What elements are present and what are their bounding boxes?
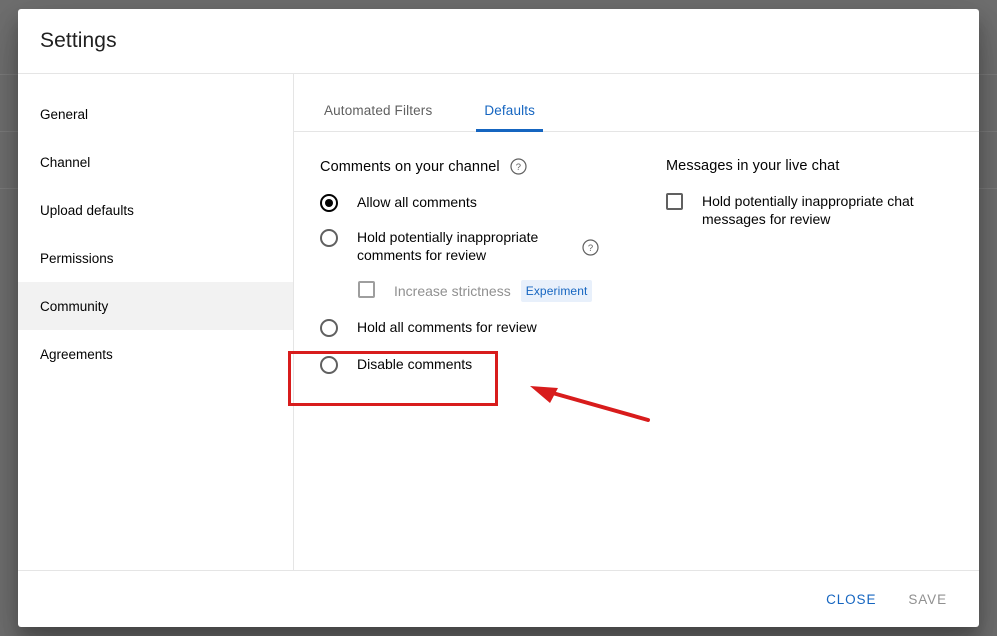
radio-label: Allow all comments	[357, 194, 477, 210]
sidebar-item-permissions[interactable]: Permissions	[18, 234, 293, 282]
svg-text:?: ?	[516, 162, 521, 173]
section-title-label: Messages in your live chat	[666, 158, 840, 174]
radio-label: Hold all comments for review	[357, 319, 537, 335]
radio-indicator	[320, 356, 338, 374]
page-title: Settings	[40, 29, 117, 52]
checkbox-increase-strictness[interactable]: Increase strictness Experiment	[358, 280, 640, 302]
close-button[interactable]: CLOSE	[816, 583, 886, 616]
sidebar-item-general[interactable]: General	[18, 90, 293, 138]
checkbox-label: Increase strictness Experiment	[394, 280, 593, 302]
checkbox-hold-chat-messages[interactable]: Hold potentially inappropriate chat mess…	[666, 192, 979, 228]
dialog-body: General Channel Upload defaults Permissi…	[18, 74, 979, 570]
checkbox-indicator	[358, 281, 375, 298]
comments-section-title: Comments on your channel ?	[320, 158, 640, 175]
help-circle-icon[interactable]: ?	[510, 158, 527, 175]
comments-column: Comments on your channel ? Allow all com…	[320, 158, 640, 570]
sidebar-item-upload-defaults[interactable]: Upload defaults	[18, 186, 293, 234]
sidebar-item-label: Channel	[40, 154, 91, 170]
defaults-panel: Comments on your channel ? Allow all com…	[294, 132, 979, 570]
radio-indicator	[320, 194, 338, 212]
sidebar-item-label: Agreements	[40, 346, 113, 362]
livechat-section-title: Messages in your live chat	[666, 158, 979, 174]
tab-label: Automated Filters	[324, 103, 433, 118]
help-circle-icon[interactable]: ?	[582, 239, 599, 256]
checkbox-indicator	[666, 193, 683, 210]
sidebar-item-agreements[interactable]: Agreements	[18, 330, 293, 378]
radio-indicator	[320, 229, 338, 247]
radio-allow-all-comments[interactable]: Allow all comments	[320, 193, 640, 212]
sidebar-item-label: Community	[40, 298, 109, 314]
checkbox-label: Hold potentially inappropriate chat mess…	[702, 193, 914, 227]
radio-hold-inappropriate-comments[interactable]: Hold potentially inappropriate comments …	[320, 228, 640, 264]
sidebar-item-label: General	[40, 106, 89, 122]
radio-indicator	[320, 319, 338, 337]
sidebar-item-label: Permissions	[40, 250, 114, 266]
radio-disable-comments[interactable]: Disable comments	[320, 355, 640, 374]
livechat-column: Messages in your live chat Hold potentia…	[666, 158, 979, 570]
radio-label: Hold potentially inappropriate comments …	[357, 229, 539, 263]
dialog-footer: CLOSE SAVE	[18, 570, 979, 627]
radio-label: Disable comments	[357, 356, 473, 372]
save-button: SAVE	[898, 583, 957, 616]
checkbox-label-text: Increase strictness	[394, 283, 511, 299]
settings-sidebar: General Channel Upload defaults Permissi…	[18, 74, 294, 570]
section-title-label: Comments on your channel	[320, 158, 500, 175]
tab-automated-filters[interactable]: Automated Filters	[320, 103, 436, 131]
tab-defaults[interactable]: Defaults	[476, 103, 543, 132]
dialog-header: Settings	[18, 9, 979, 74]
sidebar-item-label: Upload defaults	[40, 202, 134, 218]
sidebar-item-channel[interactable]: Channel	[18, 138, 293, 186]
experiment-badge: Experiment	[520, 280, 593, 302]
settings-content: Automated Filters Defaults Comments on y…	[294, 74, 979, 570]
tab-bar: Automated Filters Defaults	[294, 74, 979, 132]
radio-hold-all-comments[interactable]: Hold all comments for review	[320, 318, 640, 337]
svg-text:?: ?	[588, 243, 593, 254]
sidebar-item-community[interactable]: Community	[18, 282, 293, 330]
settings-dialog: Settings General Channel Upload defaults…	[18, 9, 979, 627]
tab-label: Defaults	[484, 103, 536, 118]
